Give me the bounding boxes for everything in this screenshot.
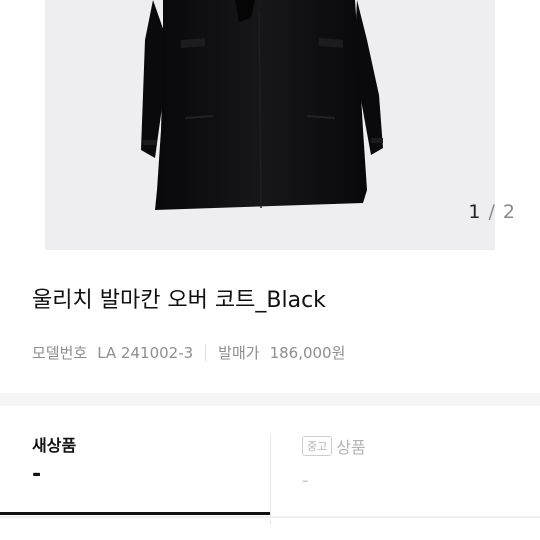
tab-used-label-group: 중고 상품 [302,434,366,458]
current-page: 1 [468,201,482,223]
tab-underline-track [0,516,540,518]
tab-new-product[interactable]: 새상품 - [0,406,270,516]
model-number-label: 모델번호 [32,344,88,362]
release-price-value: 186,000원 [269,344,346,362]
tab-new-label: 새상품 [32,436,77,455]
tab-used-label: 상품 [336,438,366,457]
used-badge: 중고 [302,436,333,456]
tab-used-price: - [302,470,309,491]
tab-used-product[interactable]: 중고 상품 - [270,434,540,524]
image-page-counter: 1 / 2 [468,201,516,223]
total-pages: 2 [502,201,516,223]
product-meta: 모델번호 LA 241002-3 발매가 186,000원 [32,342,345,363]
page-separator: / [488,201,496,223]
product-image[interactable] [45,0,495,250]
section-divider [0,393,540,406]
product-image-gallery[interactable]: 1 / 2 [0,0,540,250]
release-price-label: 발매가 [218,344,260,362]
condition-tabs: 새상품 - 중고 상품 - [0,406,540,540]
tab-active-indicator [0,512,270,515]
product-title: 울리치 발마칸 오버 코트_Black [32,288,326,313]
coat-illustration [141,0,383,210]
meta-divider [205,344,207,361]
tab-new-price: - [32,462,42,487]
model-number-value: LA 241002-3 [97,343,194,362]
